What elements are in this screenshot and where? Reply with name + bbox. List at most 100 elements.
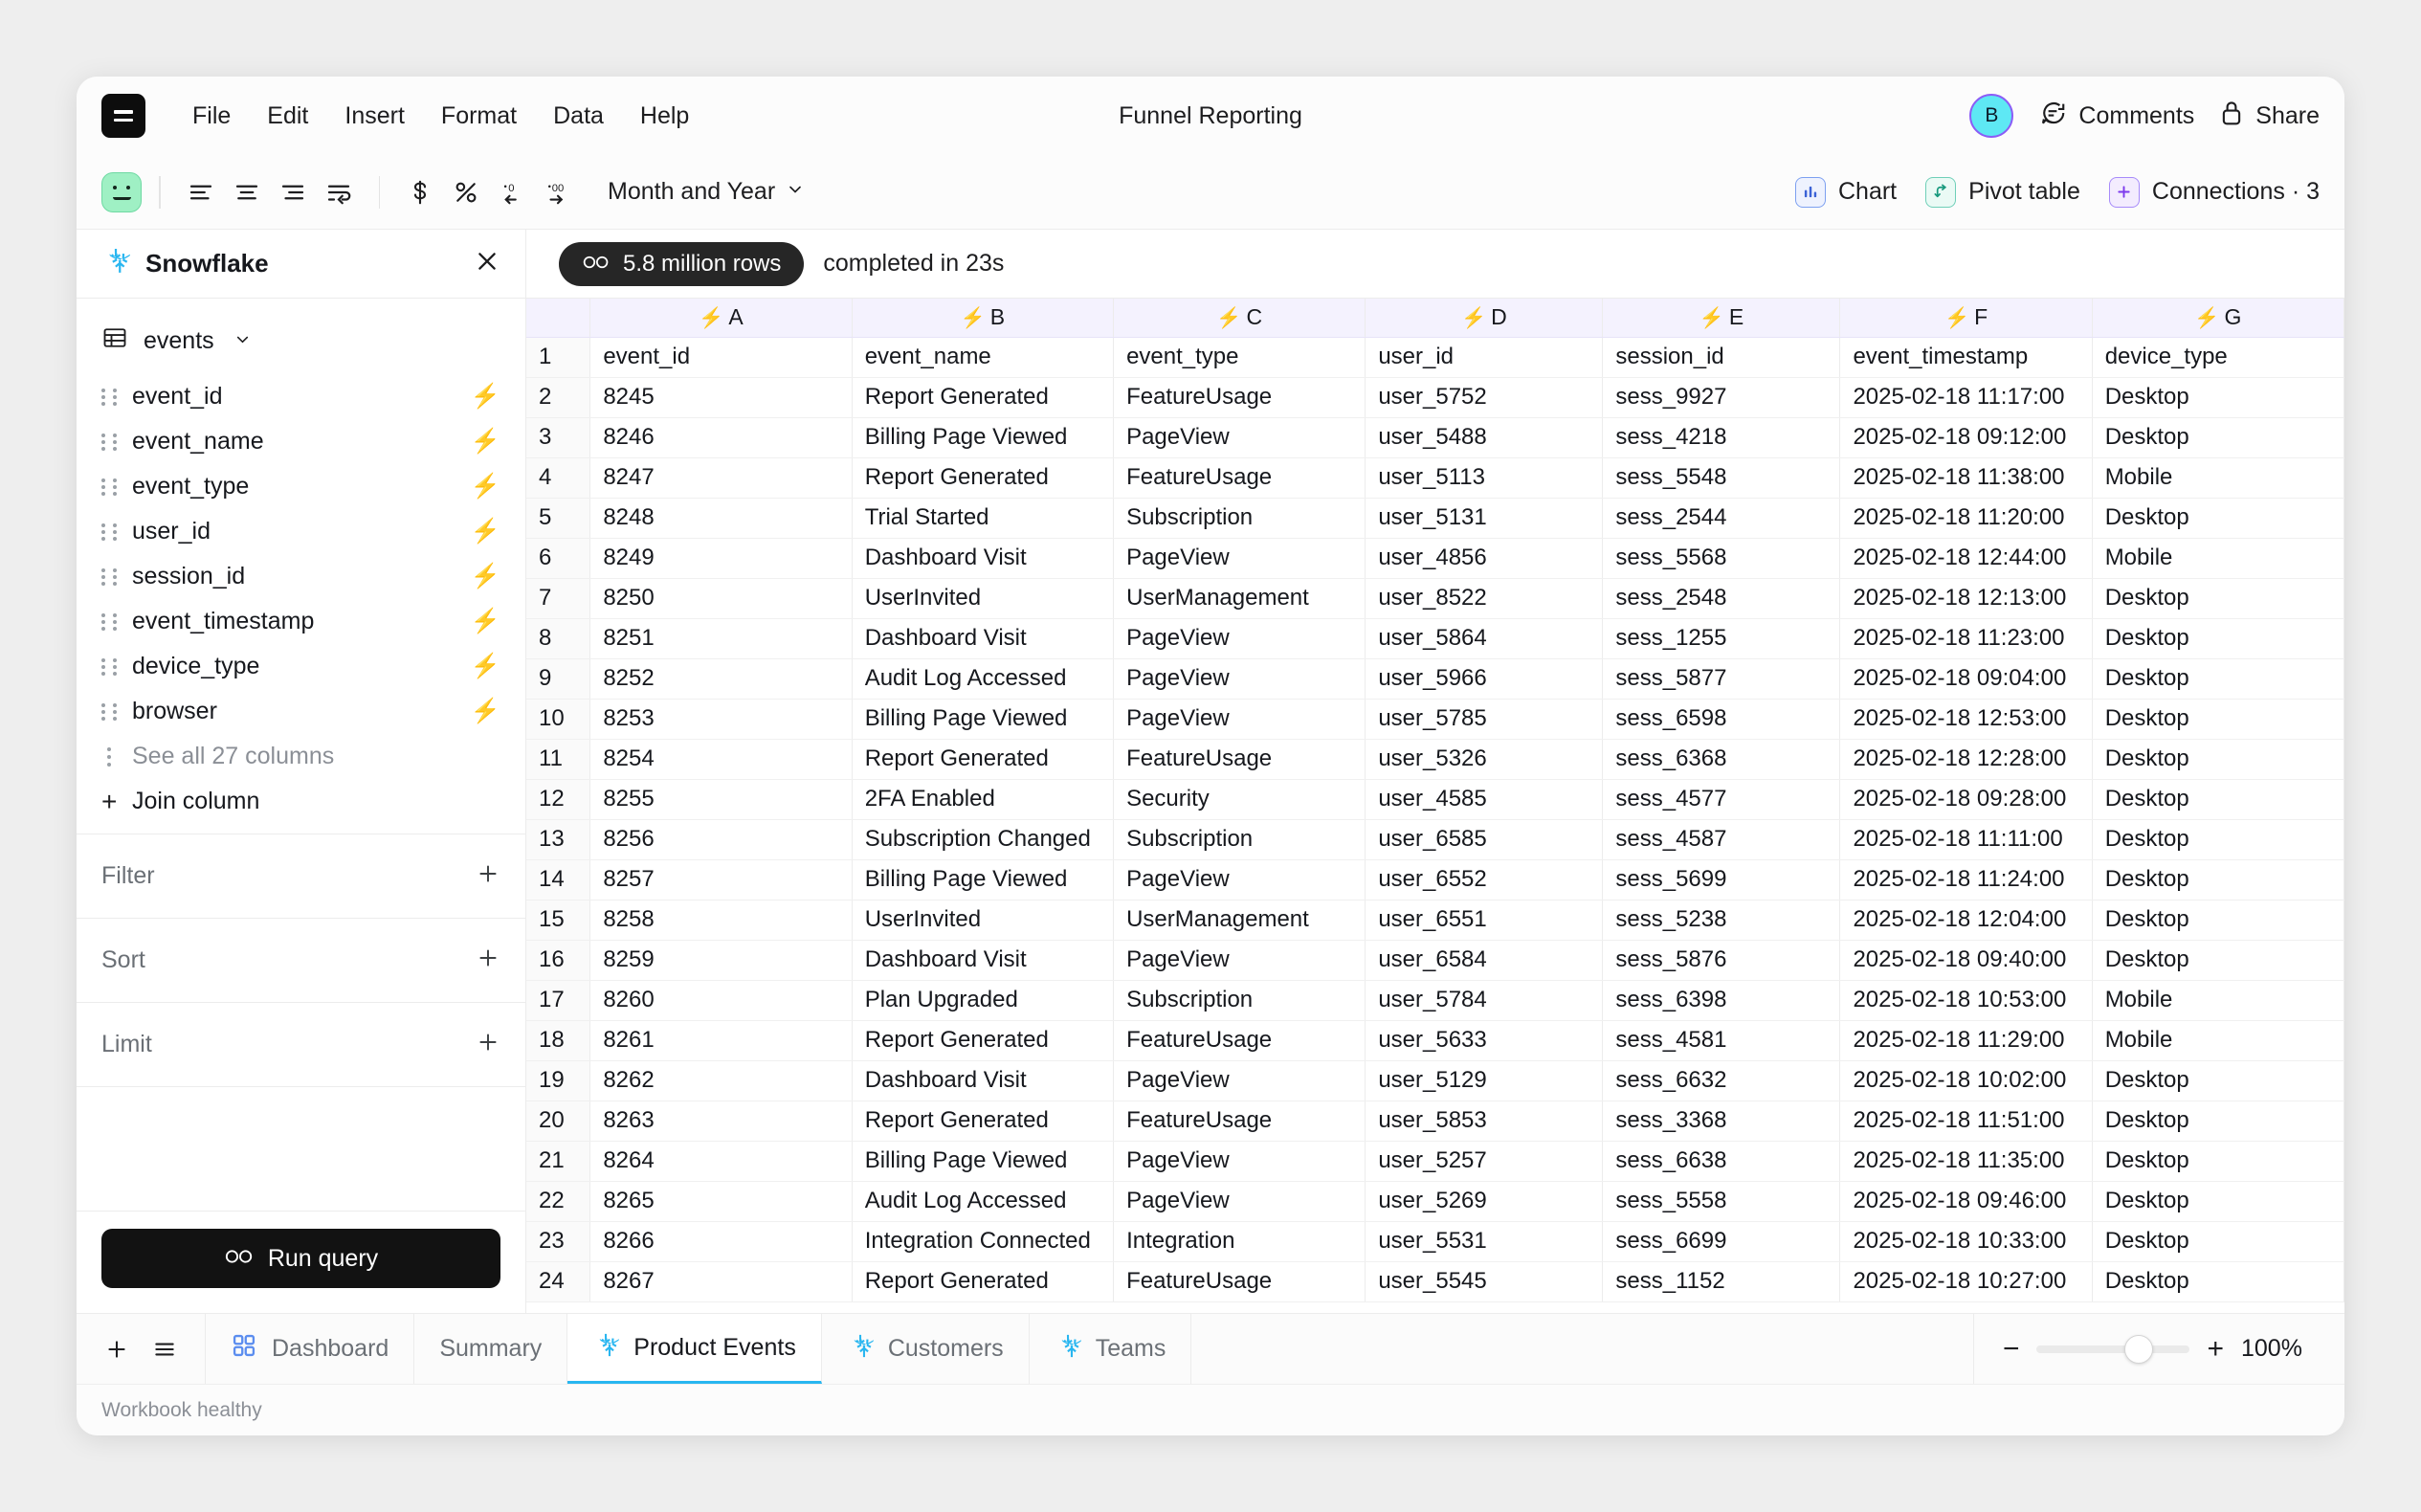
table-cell[interactable]: Security	[1113, 779, 1366, 820]
table-cell[interactable]: 8260	[589, 980, 853, 1021]
table-cell[interactable]: sess_6398	[1602, 980, 1841, 1021]
table-cell[interactable]: user_6551	[1365, 900, 1604, 941]
table-cell[interactable]: 2025-02-18 09:28:00	[1839, 779, 2093, 820]
table-cell[interactable]: user_5633	[1365, 1020, 1604, 1061]
column-item-event-id[interactable]: event_id ⚡	[77, 374, 525, 419]
table-cell[interactable]: user_5545	[1365, 1261, 1604, 1302]
table-cell[interactable]: user_8522	[1365, 578, 1604, 619]
drag-handle-icon[interactable]	[101, 567, 117, 588]
row-number[interactable]: 11	[526, 739, 591, 780]
table-row[interactable]: 7 8250 UserInvited UserManagement user_8522 s…	[526, 578, 2344, 619]
table-row[interactable]: 5 8248 Trial Started Subscription user_5131 s…	[526, 498, 2344, 539]
table-cell[interactable]: user_5752	[1365, 377, 1604, 418]
table-cell[interactable]: Report Generated	[852, 739, 1115, 780]
drag-handle-icon[interactable]	[101, 522, 117, 543]
table-cell[interactable]: 2025-02-18 10:53:00	[1839, 980, 2093, 1021]
table-cell[interactable]: Desktop	[2092, 1181, 2344, 1222]
table-cell[interactable]: Desktop	[2092, 417, 2344, 458]
field-name-cell[interactable]: user_id	[1365, 337, 1604, 378]
table-cell[interactable]: FeatureUsage	[1113, 739, 1366, 780]
table-cell[interactable]: sess_2544	[1602, 498, 1841, 539]
table-row[interactable]: 15 8258 UserInvited UserManagement user_6551…	[526, 900, 2344, 941]
table-cell[interactable]: FeatureUsage	[1113, 377, 1366, 418]
column-item-device-type[interactable]: device_type ⚡	[77, 644, 525, 689]
row-number[interactable]: 2	[526, 377, 591, 418]
zoom-slider[interactable]	[2036, 1334, 2190, 1364]
table-cell[interactable]: sess_6699	[1602, 1221, 1841, 1262]
table-cell[interactable]: 2025-02-18 09:12:00	[1839, 417, 2093, 458]
row-number[interactable]: 24	[526, 1261, 591, 1302]
table-cell[interactable]: 2025-02-18 10:27:00	[1839, 1261, 2093, 1302]
close-icon[interactable]	[474, 248, 500, 280]
table-cell[interactable]: sess_2548	[1602, 578, 1841, 619]
share-button[interactable]: Share	[2219, 99, 2320, 134]
table-cell[interactable]: Desktop	[2092, 618, 2344, 659]
table-cell[interactable]: 2FA Enabled	[852, 779, 1115, 820]
table-cell[interactable]: 8248	[589, 498, 853, 539]
percent-button[interactable]	[443, 171, 489, 213]
table-cell[interactable]: PageView	[1113, 538, 1366, 579]
column-item-session-id[interactable]: session_id ⚡	[77, 554, 525, 599]
table-cell[interactable]: Report Generated	[852, 1261, 1115, 1302]
table-row[interactable]: 3 8246 Billing Page Viewed PageView user_548…	[526, 417, 2344, 458]
table-cell[interactable]: Desktop	[2092, 1101, 2344, 1142]
decrease-decimal-button[interactable]: 0	[489, 171, 535, 213]
table-cell[interactable]: 2025-02-18 10:02:00	[1839, 1060, 2093, 1101]
table-cell[interactable]: Subscription	[1113, 819, 1366, 860]
row-number[interactable]: 3	[526, 417, 591, 458]
field-name-cell[interactable]: session_id	[1602, 337, 1841, 378]
table-row[interactable]: 19 8262 Dashboard Visit PageView user_5129 se…	[526, 1060, 2344, 1101]
table-row[interactable]: 18 8261 Report Generated FeatureUsage user_5…	[526, 1020, 2344, 1061]
table-cell[interactable]: UserManagement	[1113, 578, 1366, 619]
table-cell[interactable]: 8254	[589, 739, 853, 780]
table-cell[interactable]: Dashboard Visit	[852, 538, 1115, 579]
table-cell[interactable]: sess_4581	[1602, 1020, 1841, 1061]
sheet-list-icon[interactable]	[145, 1330, 184, 1368]
table-cell[interactable]: 2025-02-18 12:13:00	[1839, 578, 2093, 619]
table-cell[interactable]: user_5131	[1365, 498, 1604, 539]
column-item-event-type[interactable]: event_type ⚡	[77, 464, 525, 509]
table-cell[interactable]: Subscription Changed	[852, 819, 1115, 860]
table-cell[interactable]: sess_6368	[1602, 739, 1841, 780]
menu-item-format[interactable]: Format	[423, 95, 535, 138]
table-row[interactable]: 13 8256 Subscription Changed Subscription us…	[526, 819, 2344, 860]
table-cell[interactable]: FeatureUsage	[1113, 1261, 1366, 1302]
table-cell[interactable]: sess_5238	[1602, 900, 1841, 941]
table-cell[interactable]: user_4856	[1365, 538, 1604, 579]
table-cell[interactable]: sess_4587	[1602, 819, 1841, 860]
table-cell[interactable]: 8262	[589, 1060, 853, 1101]
table-row[interactable]: 9 8252 Audit Log Accessed PageView user_5966…	[526, 658, 2344, 700]
table-cell[interactable]: user_5488	[1365, 417, 1604, 458]
table-cell[interactable]: 8251	[589, 618, 853, 659]
table-cell[interactable]: UserManagement	[1113, 900, 1366, 941]
table-cell[interactable]: sess_6632	[1602, 1060, 1841, 1101]
table-cell[interactable]: Desktop	[2092, 498, 2344, 539]
table-cell[interactable]: Mobile	[2092, 457, 2344, 499]
table-row-header[interactable]: 1 event_id event_name event_type user_id…	[526, 337, 2344, 378]
table-cell[interactable]: Subscription	[1113, 980, 1366, 1021]
table-row[interactable]: 21 8264 Billing Page Viewed PageView user_52…	[526, 1141, 2344, 1182]
row-number[interactable]: 14	[526, 859, 591, 901]
table-cell[interactable]: Desktop	[2092, 859, 2344, 901]
table-cell[interactable]: 8253	[589, 699, 853, 740]
pivot-table-button[interactable]: Pivot table	[1925, 176, 2080, 208]
tab-dashboard[interactable]: Dashboard	[206, 1314, 415, 1384]
row-number[interactable]: 13	[526, 819, 591, 860]
zoom-out-button[interactable]: −	[2003, 1334, 2020, 1364]
row-number[interactable]: 9	[526, 658, 591, 700]
table-cell[interactable]: user_4585	[1365, 779, 1604, 820]
align-left-button[interactable]	[178, 171, 224, 213]
add-filter-icon[interactable]	[476, 861, 500, 892]
table-cell[interactable]: user_6552	[1365, 859, 1604, 901]
table-selector[interactable]: events	[77, 316, 525, 367]
row-number[interactable]: 4	[526, 457, 591, 499]
table-cell[interactable]: Integration Connected	[852, 1221, 1115, 1262]
table-cell[interactable]: FeatureUsage	[1113, 1020, 1366, 1061]
table-cell[interactable]: Desktop	[2092, 900, 2344, 941]
select-all-corner[interactable]	[526, 299, 591, 338]
table-cell[interactable]: Audit Log Accessed	[852, 1181, 1115, 1222]
table-cell[interactable]: sess_5877	[1602, 658, 1841, 700]
table-cell[interactable]: 2025-02-18 12:44:00	[1839, 538, 2093, 579]
table-cell[interactable]: 8267	[589, 1261, 853, 1302]
table-cell[interactable]: Dashboard Visit	[852, 940, 1115, 981]
